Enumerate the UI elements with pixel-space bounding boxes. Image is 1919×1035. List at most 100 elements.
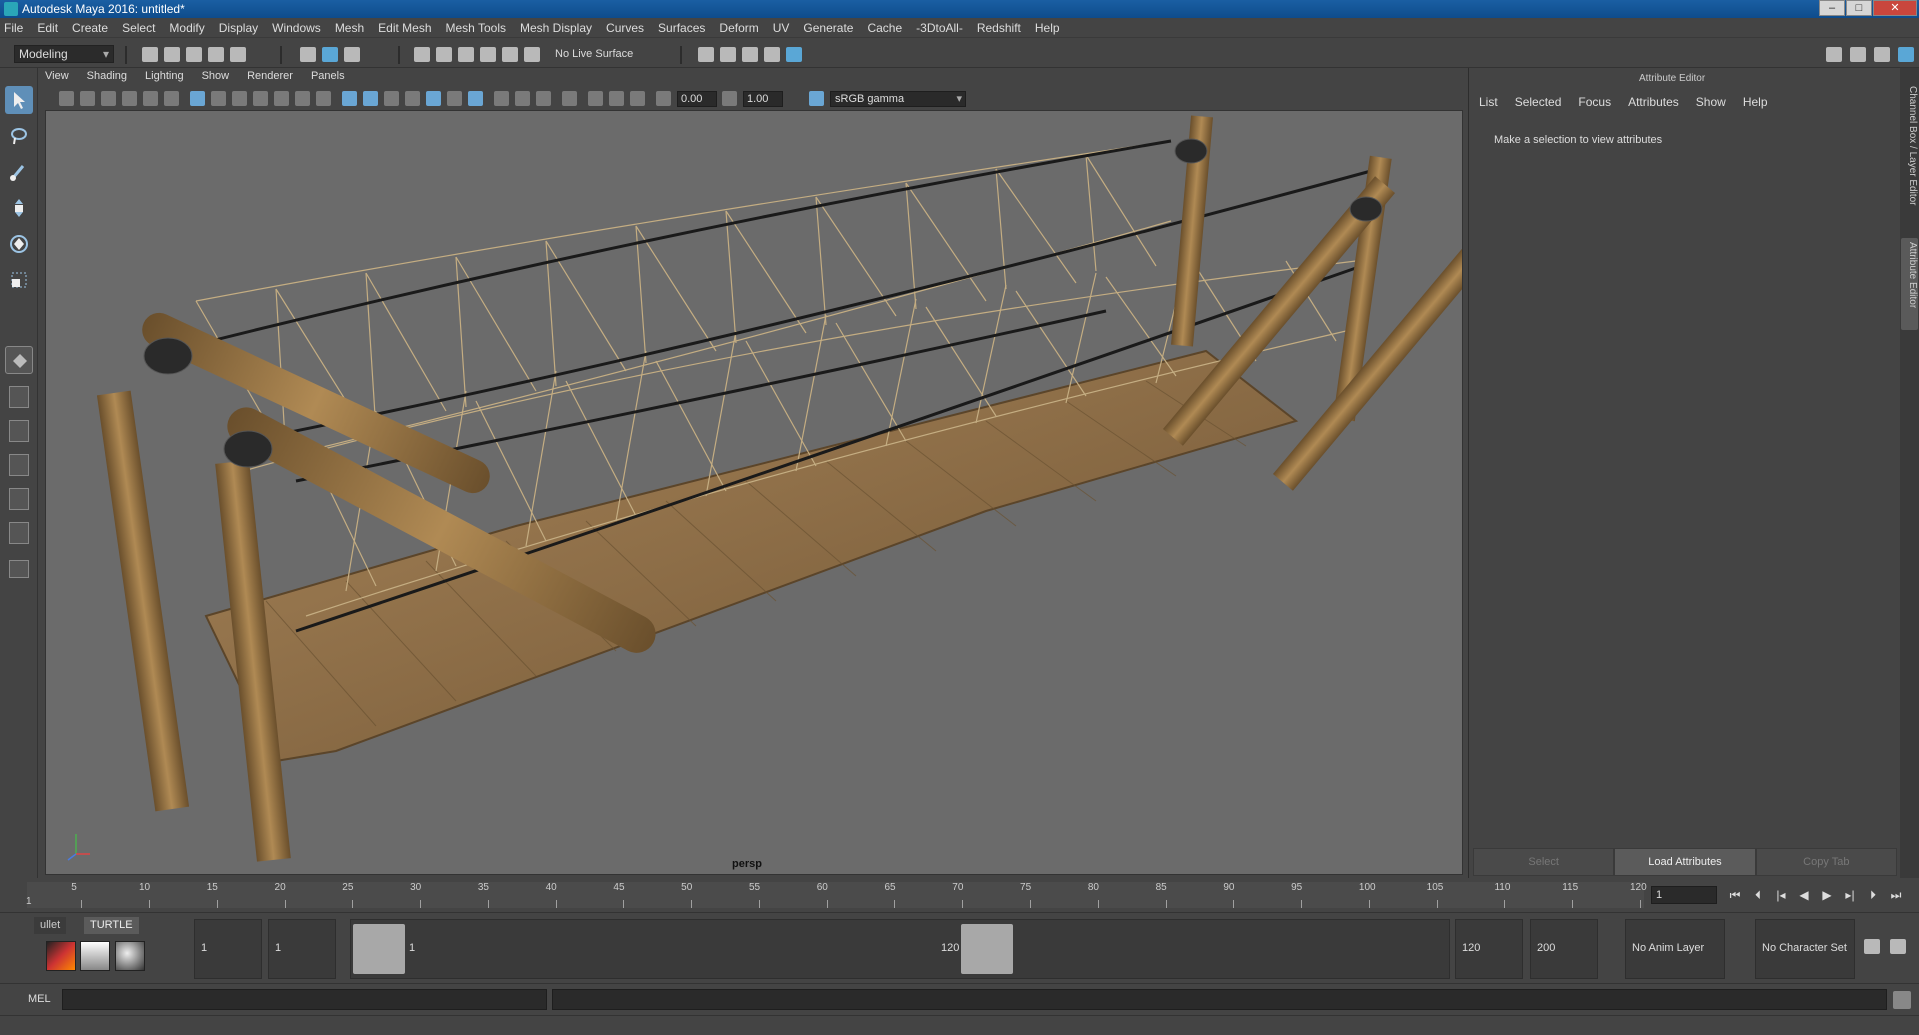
shelf-tab-turtle[interactable]: TURTLE xyxy=(84,917,139,934)
open-scene-icon[interactable] xyxy=(164,47,180,62)
panel-menu-lighting[interactable]: Lighting xyxy=(145,70,184,88)
select-component-icon[interactable] xyxy=(344,47,360,62)
camera-icon[interactable] xyxy=(80,91,95,106)
go-to-end-icon[interactable]: ⏭ xyxy=(1888,887,1904,903)
four-view-layout-button[interactable] xyxy=(9,386,29,408)
play-backwards-icon[interactable]: ◀ xyxy=(1796,887,1812,903)
motion-blur-icon[interactable] xyxy=(515,91,530,106)
color-management-icon[interactable] xyxy=(809,91,824,106)
current-frame-field[interactable]: 1 xyxy=(1651,886,1717,904)
go-to-start-icon[interactable]: ⏮ xyxy=(1727,887,1743,903)
menu-mesh-tools[interactable]: Mesh Tools xyxy=(446,21,506,35)
sphere-icon[interactable] xyxy=(115,941,145,971)
menu-mesh-display[interactable]: Mesh Display xyxy=(520,21,592,35)
panel-menu-renderer[interactable]: Renderer xyxy=(247,70,293,88)
ae-menu-focus[interactable]: Focus xyxy=(1578,95,1611,109)
select-tool-button[interactable] xyxy=(5,86,33,114)
panel-menu-panels[interactable]: Panels xyxy=(311,70,345,88)
move-tool-button[interactable] xyxy=(5,194,33,222)
play-forwards-icon[interactable]: ▶ xyxy=(1819,887,1835,903)
isolate-select-icon[interactable] xyxy=(562,91,577,106)
time-slider[interactable]: 5 10 15 20 25 30 35 40 45 50 55 60 65 70 75 80 85 90 95 100… xyxy=(0,878,1919,912)
safe-action-icon[interactable] xyxy=(295,91,310,106)
playback-end-field[interactable]: 120 xyxy=(1455,919,1523,979)
gate-mask-icon[interactable] xyxy=(253,91,268,106)
ae-menu-list[interactable]: List xyxy=(1479,95,1498,109)
anim-layer-dropdown[interactable]: No Anim Layer xyxy=(1625,919,1725,979)
xray-active-icon[interactable] xyxy=(609,91,624,106)
range-slider-start-handle[interactable] xyxy=(353,924,405,974)
perspective-viewport[interactable]: persp xyxy=(45,110,1463,875)
maximize-button[interactable]: □ xyxy=(1846,0,1872,16)
grid-icon[interactable] xyxy=(190,91,205,106)
step-back-key-icon[interactable]: |◂ xyxy=(1773,887,1789,903)
view-transform-dropdown[interactable]: sRGB gamma ▾ xyxy=(830,91,966,107)
rotate-tool-button[interactable] xyxy=(5,230,33,258)
menu-mesh[interactable]: Mesh xyxy=(335,21,364,35)
hypershade-icon[interactable] xyxy=(786,47,802,62)
copy-tab-button[interactable]: Copy Tab xyxy=(1755,848,1897,876)
snap-view-plane-icon[interactable] xyxy=(480,47,496,62)
ae-menu-help[interactable]: Help xyxy=(1743,95,1768,109)
2d-pan-zoom-icon[interactable] xyxy=(143,91,158,106)
animation-end-field[interactable]: 200 xyxy=(1530,919,1598,979)
script-editor-icon[interactable] xyxy=(1893,991,1911,1009)
panel-menu-show[interactable]: Show xyxy=(202,70,230,88)
panel-menu-view[interactable]: View xyxy=(45,70,69,88)
backface-culling-icon[interactable] xyxy=(630,91,645,106)
menu-help[interactable]: Help xyxy=(1035,21,1060,35)
range-slider-end-handle[interactable] xyxy=(961,924,1013,974)
command-language-label[interactable]: MEL xyxy=(28,993,51,1005)
animation-preferences-icon[interactable] xyxy=(1890,939,1906,954)
ambient-occlusion-icon[interactable] xyxy=(494,91,509,106)
ipr-render-icon[interactable] xyxy=(742,47,758,62)
hypershade-layout-button[interactable] xyxy=(9,522,29,544)
persp-outliner-layout-button[interactable] xyxy=(9,420,29,442)
ae-menu-selected[interactable]: Selected xyxy=(1515,95,1562,109)
menu-modify[interactable]: Modify xyxy=(169,21,204,35)
menu-display[interactable]: Display xyxy=(219,21,258,35)
render-current-icon[interactable] xyxy=(720,47,736,62)
use-all-lights-icon[interactable] xyxy=(447,91,462,106)
gamma-icon[interactable] xyxy=(722,91,737,106)
xray-icon[interactable] xyxy=(405,91,420,106)
custom-layout-button[interactable] xyxy=(9,560,29,578)
film-gate-icon[interactable] xyxy=(211,91,226,106)
bookmark-icon[interactable] xyxy=(101,91,116,106)
menu-file[interactable]: File xyxy=(4,21,23,35)
menu-windows[interactable]: Windows xyxy=(272,21,321,35)
save-scene-icon[interactable] xyxy=(186,47,202,62)
snap-point-icon[interactable] xyxy=(458,47,474,62)
anti-aliasing-icon[interactable] xyxy=(536,91,551,106)
time-slider-track[interactable]: 5 10 15 20 25 30 35 40 45 50 55 60 65 70 75 80 85 90 95 100… xyxy=(27,882,1647,908)
wireframe-on-shaded-icon[interactable] xyxy=(384,91,399,106)
wireframe-icon[interactable] xyxy=(342,91,357,106)
menu-set-dropdown[interactable]: Modeling ▾ xyxy=(14,45,114,63)
bake-icon[interactable] xyxy=(46,941,76,971)
attribute-editor-toggle-icon[interactable] xyxy=(1850,47,1866,62)
select-button[interactable]: Select xyxy=(1473,848,1615,876)
redo-icon[interactable] xyxy=(230,47,246,62)
select-object-icon[interactable] xyxy=(322,47,338,62)
new-scene-icon[interactable] xyxy=(142,47,158,62)
render-icon[interactable] xyxy=(80,941,110,971)
step-back-icon[interactable]: ⏴ xyxy=(1750,887,1766,903)
undo-icon[interactable] xyxy=(208,47,224,62)
persp-graph-outliner-layout-button[interactable] xyxy=(9,488,29,510)
scale-tool-button[interactable] xyxy=(5,266,33,294)
tool-settings-icon[interactable] xyxy=(1874,47,1890,62)
select-hierarchy-icon[interactable] xyxy=(300,47,316,62)
persp-graph-layout-button[interactable] xyxy=(9,454,29,476)
menu-edit[interactable]: Edit xyxy=(37,21,58,35)
xray-joints-icon[interactable] xyxy=(588,91,603,106)
step-forward-icon[interactable]: ⏵ xyxy=(1865,887,1881,903)
tab-attribute-editor[interactable]: Attribute Editor xyxy=(1901,238,1918,330)
minimize-button[interactable]: – xyxy=(1819,0,1845,16)
command-input[interactable] xyxy=(62,989,547,1010)
paint-select-tool-button[interactable] xyxy=(5,158,33,186)
ae-menu-show[interactable]: Show xyxy=(1696,95,1726,109)
menu-create[interactable]: Create xyxy=(72,21,108,35)
menu-generate[interactable]: Generate xyxy=(803,21,853,35)
exposure-icon[interactable] xyxy=(656,91,671,106)
tab-channel-box[interactable]: Channel Box / Layer Editor xyxy=(1901,82,1918,232)
